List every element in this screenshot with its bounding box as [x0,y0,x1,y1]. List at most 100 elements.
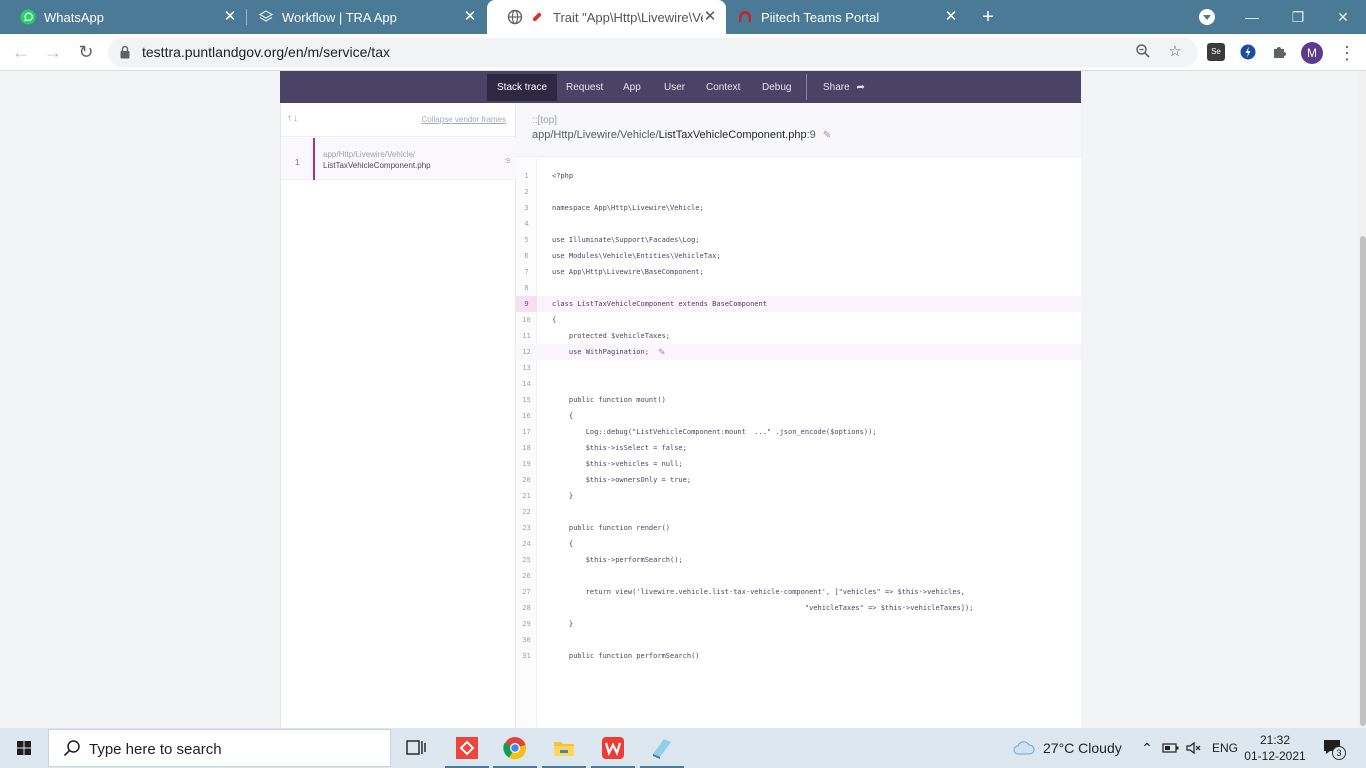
tab-search-dropdown-icon[interactable] [1199,9,1215,25]
edit-pencil-icon[interactable]: ✎ [823,130,831,141]
search-icon [63,739,81,757]
restore-icon[interactable]: ❐ [1275,4,1321,30]
line-source: return view('livewire.vehicle.list-tax-v… [552,588,966,596]
code-line: 18 $this->isSelect = false; [516,440,1081,456]
code-line: 20 $this->ownersOnly = true; [516,472,1081,488]
code-line: 16 { [516,408,1081,424]
code-line: 17 Log::debug("ListVehicleComponent:moun… [516,424,1081,440]
tab-debug[interactable]: Debug [752,74,801,101]
browser-toolbar: ← → ↻ testtra.puntlandgov.org/en/m/servi… [0,34,1366,71]
file-dir: app/Http/Livewire/Vehicle/ [532,129,659,141]
code-panel: ::[top] app/Http/Livewire/Vehicle/ListTa… [516,103,1081,728]
chrome-taskbar-icon[interactable] [491,728,539,768]
line-number: 27 [522,588,531,596]
line-number: 29 [522,620,531,628]
code-line: 22 [516,504,1081,520]
browser-tab-strip: WhatsApp ✕ Workflow | TRA App ✕ Trait "A… [0,0,1366,34]
battery-icon[interactable] [1162,739,1180,757]
code-line: 12 use WithPagination; ✎ [516,344,1081,360]
url-text: testtra.puntlandgov.org/en/m/service/tax [142,44,390,60]
close-icon[interactable]: ✕ [222,9,238,25]
line-number: 19 [522,460,531,468]
line-source: class ListTaxVehicleComponent extends Ba… [552,300,767,308]
code-line: 14 [516,376,1081,392]
notepad-taskbar-icon[interactable] [638,728,686,768]
tab-app[interactable]: App [613,74,651,101]
close-icon[interactable]: ✕ [462,9,478,25]
code-line: 7 use App\Http\Livewire\BaseComponent; [516,264,1081,280]
avatar[interactable]: M [1301,42,1323,64]
frame-navigation-arrows-icon[interactable]: ↑↓ [287,113,299,124]
browser-menu-icon[interactable]: ⋮ [1338,42,1356,64]
taskbar-search-input[interactable]: Type here to search [48,729,391,767]
line-number: 12 [522,348,531,356]
wps-office-taskbar-icon[interactable] [589,728,637,768]
whatsapp-icon [20,9,36,25]
forward-arrow-icon[interactable]: → [40,39,66,65]
zoom-icon[interactable] [1134,43,1152,61]
puzzle-extensions-icon[interactable] [1271,43,1289,61]
tab-user[interactable]: User [654,74,695,101]
tab-piitech[interactable]: Piitech Teams Portal ✕ [727,0,967,34]
line-source: } [552,620,574,628]
tab-stack-trace[interactable]: Stack trace [487,74,558,101]
anydesk-taskbar-icon[interactable] [443,728,491,768]
address-bar[interactable]: testtra.puntlandgov.org/en/m/service/tax [108,38,1198,67]
share-label: Share [823,82,850,93]
error-page: Stack trace Request App User Context Deb… [280,71,1081,728]
task-view-icon[interactable] [392,728,440,768]
tab-context[interactable]: Context [696,74,750,101]
layers-icon [258,9,274,25]
chevron-up-icon[interactable]: ⌃ [1138,739,1156,757]
shield-extension-icon[interactable] [1239,43,1257,61]
tab-request[interactable]: Request [556,74,613,101]
edit-pencil-icon[interactable]: ✎ [658,344,666,360]
tab-workflow[interactable]: Workflow | TRA App ✕ [238,0,486,34]
line-source: public function render() [552,524,671,532]
code-line: 10 { [516,312,1081,328]
bookmark-star-icon[interactable]: ☆ [1166,43,1184,61]
notification-center-icon[interactable]: 3 [1322,738,1346,760]
line-number: 15 [522,396,531,404]
file-explorer-taskbar-icon[interactable] [540,728,588,768]
line-number: 28 [522,604,531,612]
line-source: use Illuminate\Support\Facades\Log; [552,236,700,244]
code-line: 27 return view('livewire.vehicle.list-ta… [516,584,1081,600]
share-button[interactable]: Share ➦ [813,74,875,101]
line-number: 26 [522,572,531,580]
close-icon[interactable]: ✕ [702,9,718,25]
code-line: 31 public function performSearch() [516,648,1081,664]
code-line: 11 protected $vehicleTaxes; [516,328,1081,344]
stack-frame-item[interactable]: 1 app/Http/Livewire/Vehicle/ ListTaxVehi… [281,138,516,180]
reload-icon[interactable]: ↻ [73,39,99,65]
speaker-muted-icon[interactable] [1185,739,1203,757]
line-number: 20 [522,476,531,484]
new-tab-button[interactable]: + [976,5,1000,29]
system-clock[interactable]: 21:32 01-12-2021 [1244,732,1306,764]
minimize-icon[interactable]: — [1229,4,1275,30]
tab-title: Workflow | TRA App [282,9,397,25]
line-number: 5 [524,236,529,244]
weather-text[interactable]: 27°C Cloudy [1043,740,1122,756]
page-scrollbar[interactable] [1359,71,1366,728]
scrollbar-thumb[interactable] [1360,236,1366,726]
tab-trait-error[interactable]: Trait "App\Http\Livewire\Vehi ✕ [487,0,726,34]
frame-file: ListTaxVehicleComponent.php [323,161,431,170]
line-number: 14 [522,380,531,388]
close-icon[interactable]: ✕ [943,9,959,25]
line-number: 24 [522,540,531,548]
windows-start-icon[interactable] [0,728,48,768]
line-source: { [552,540,574,548]
close-window-icon[interactable]: ✕ [1320,4,1366,30]
globe-icon [507,9,523,25]
collapse-vendor-frames-link[interactable]: Collapse vendor frames [422,115,506,124]
language-indicator[interactable]: ENG [1212,741,1238,755]
selenium-extension-icon[interactable]: Se [1207,43,1225,61]
back-arrow-icon[interactable]: ← [8,39,34,65]
line-number: 1 [524,172,529,180]
line-number: 25 [522,556,531,564]
active-frame-indicator [313,138,315,180]
stack-frames-panel: ↑↓ Collapse vendor frames 1 app/Http/Liv… [280,103,516,728]
line-source: } [552,492,574,500]
tab-whatsapp[interactable]: WhatsApp ✕ [0,0,246,34]
